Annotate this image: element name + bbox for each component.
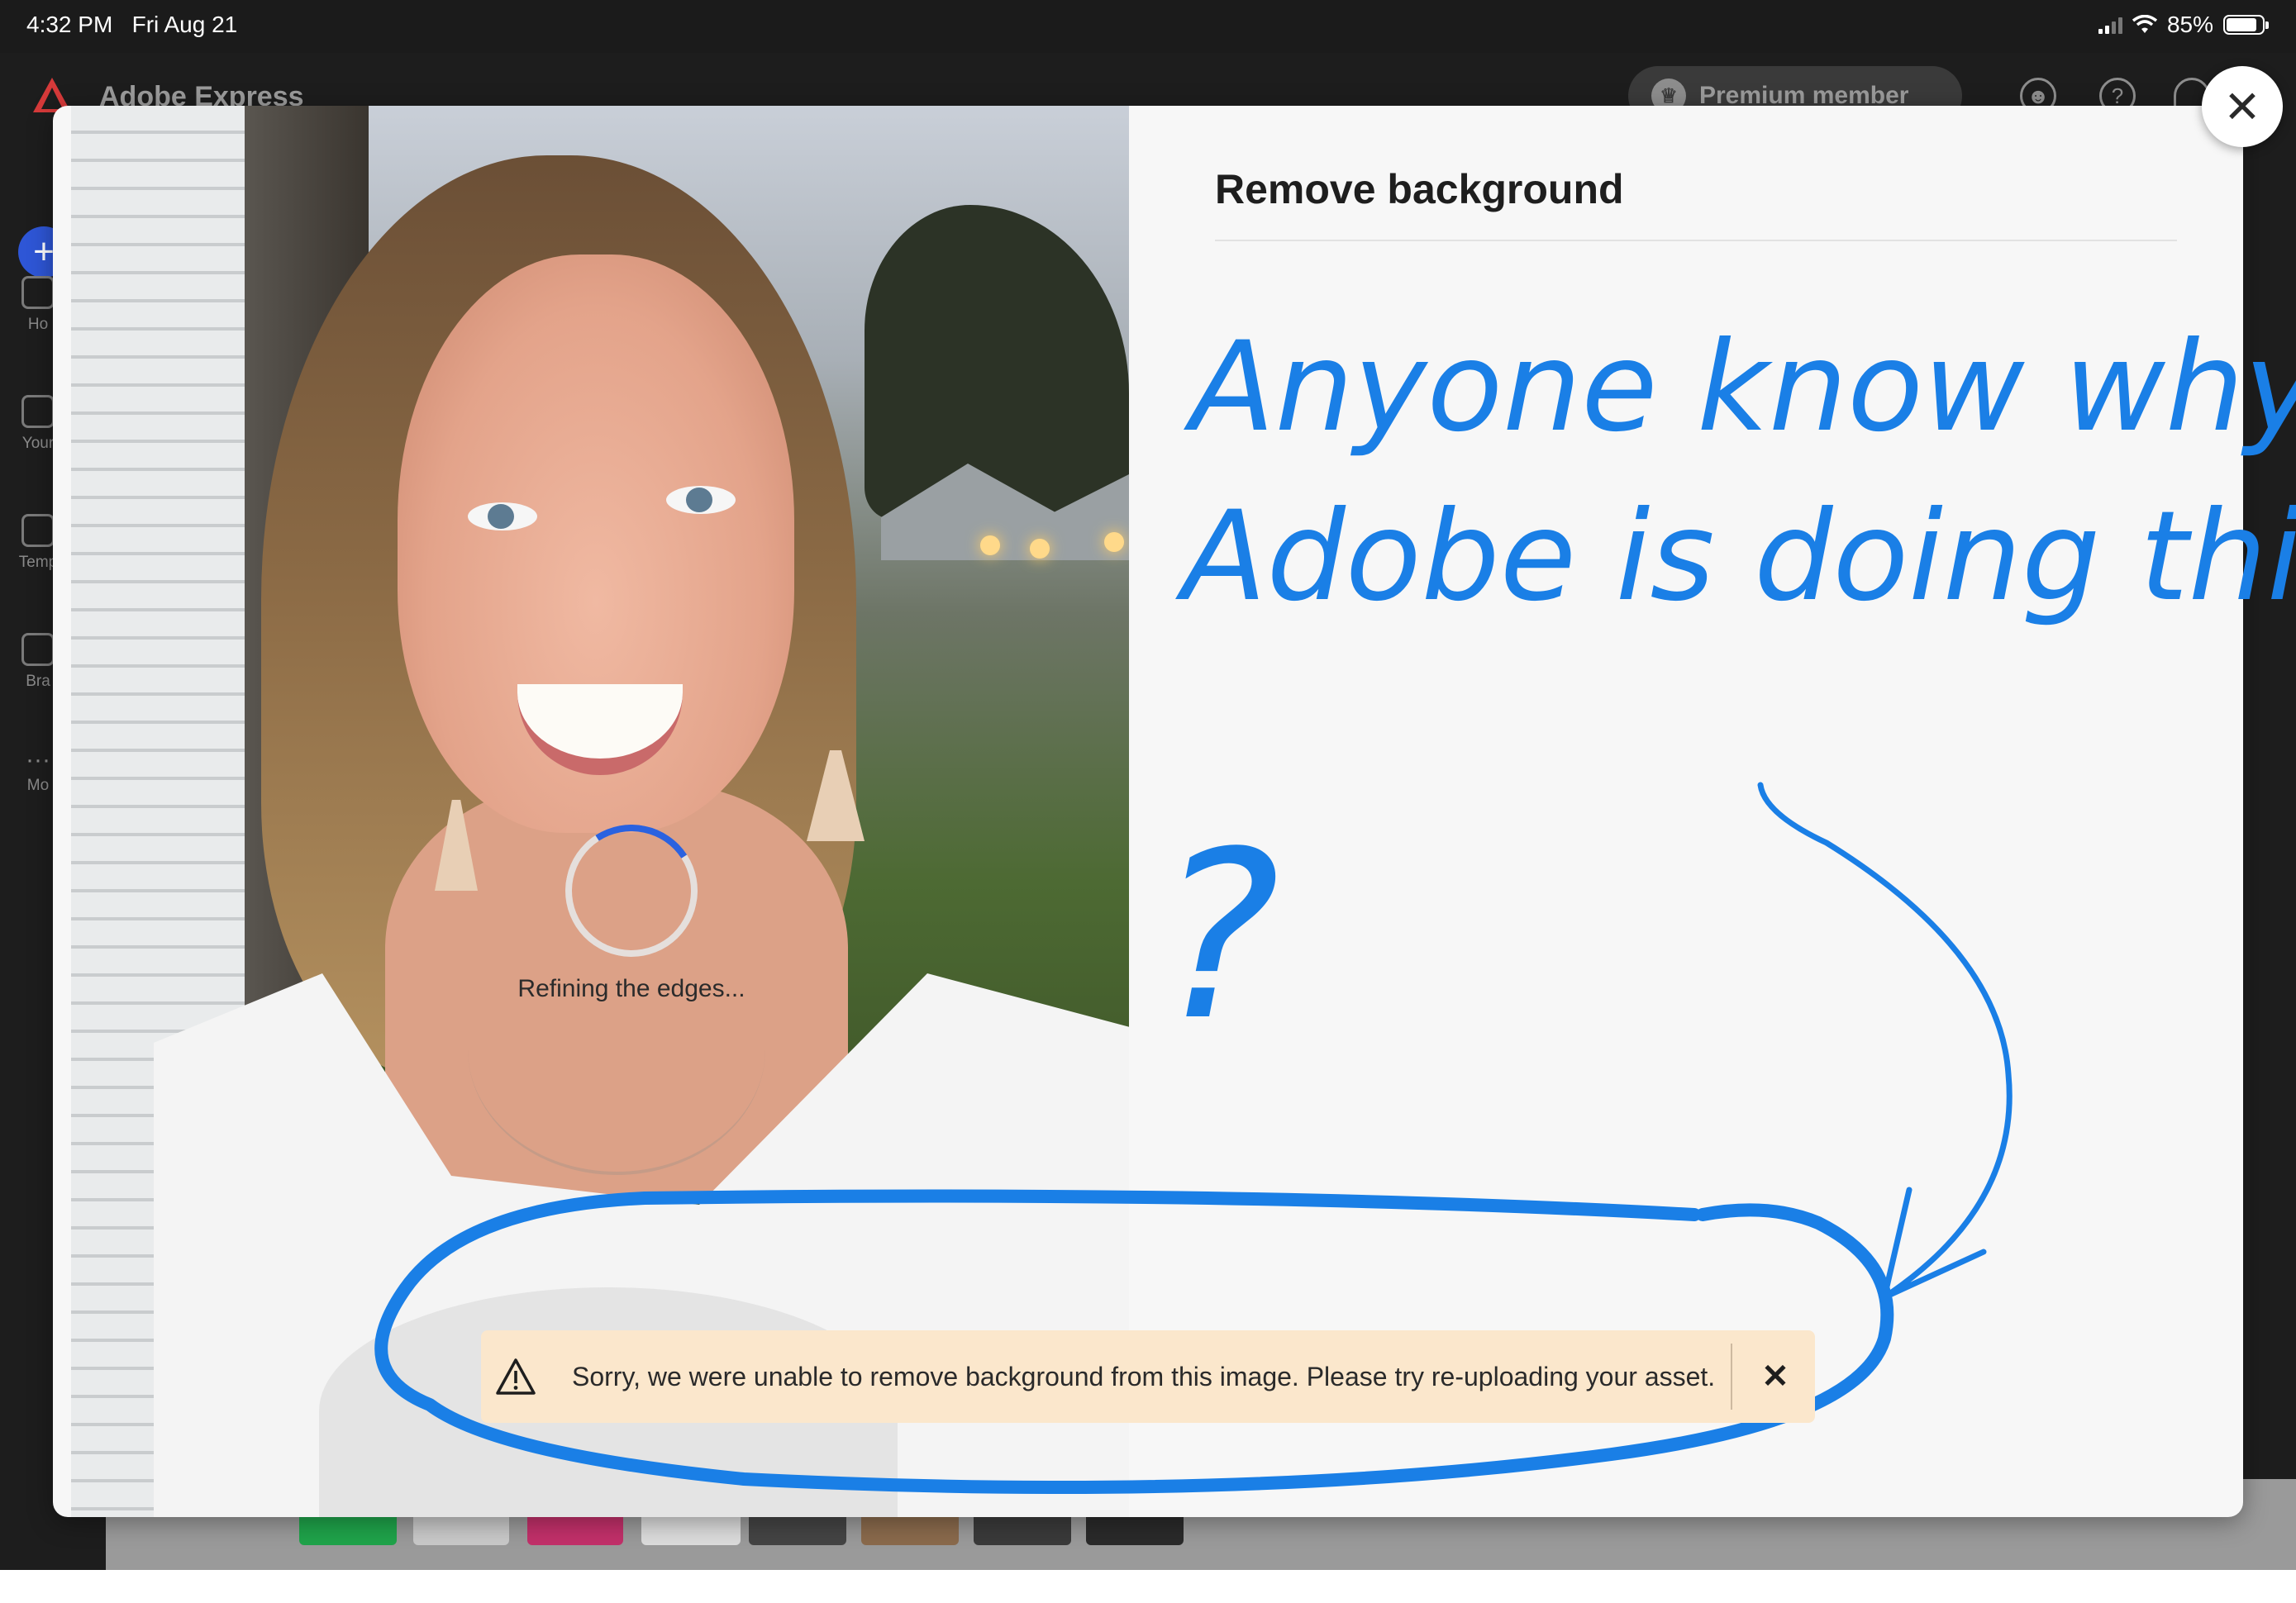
close-icon: ✕ — [1761, 1358, 1789, 1395]
status-time: 4:32 PM — [26, 12, 113, 37]
error-toast: Sorry, we were unable to remove backgrou… — [481, 1330, 1815, 1423]
cell-signal-icon — [2098, 16, 2122, 34]
app-header: Adobe Express ♕ Premium member ☻ ? — [0, 53, 2296, 126]
toast-close-button[interactable]: ✕ — [1755, 1357, 1795, 1396]
thumbnail[interactable] — [749, 1512, 846, 1545]
progress-label: Refining the edges... — [517, 975, 745, 1002]
remove-background-modal: Refining the edges... Remove background — [53, 106, 2243, 1517]
error-message: Sorry, we were unable to remove backgrou… — [572, 1361, 1716, 1391]
thumbnail[interactable] — [299, 1512, 397, 1545]
status-bar: 4:32 PM Fri Aug 21 85% — [0, 0, 2296, 53]
modal-close-button[interactable]: ✕ — [2202, 66, 2283, 147]
home-icon — [21, 276, 55, 309]
panel-divider — [1215, 240, 2177, 241]
thumbnail[interactable] — [527, 1512, 623, 1545]
thumbnail[interactable] — [1086, 1512, 1184, 1545]
battery-percent: 85% — [2166, 12, 2213, 37]
file-icon — [21, 395, 55, 428]
uploaded-photo — [71, 106, 1129, 1517]
thumbnail[interactable] — [861, 1512, 959, 1545]
battery-fill — [2227, 18, 2256, 31]
template-icon — [21, 514, 55, 547]
brand-icon — [21, 633, 55, 666]
status-time-date: 4:32 PM Fri Aug 21 — [26, 12, 237, 38]
thumbnail[interactable] — [974, 1512, 1071, 1545]
close-icon: ✕ — [2223, 82, 2261, 132]
thumbnail[interactable] — [641, 1512, 741, 1545]
thumbnail[interactable] — [413, 1512, 509, 1545]
battery-icon — [2223, 15, 2269, 35]
toast-divider — [1731, 1344, 1732, 1410]
wifi-icon — [2132, 15, 2157, 33]
status-right: 85% — [2098, 12, 2269, 38]
status-date: Fri Aug 21 — [131, 12, 238, 37]
panel-title: Remove background — [1215, 166, 1624, 212]
warning-icon — [496, 1358, 536, 1395]
